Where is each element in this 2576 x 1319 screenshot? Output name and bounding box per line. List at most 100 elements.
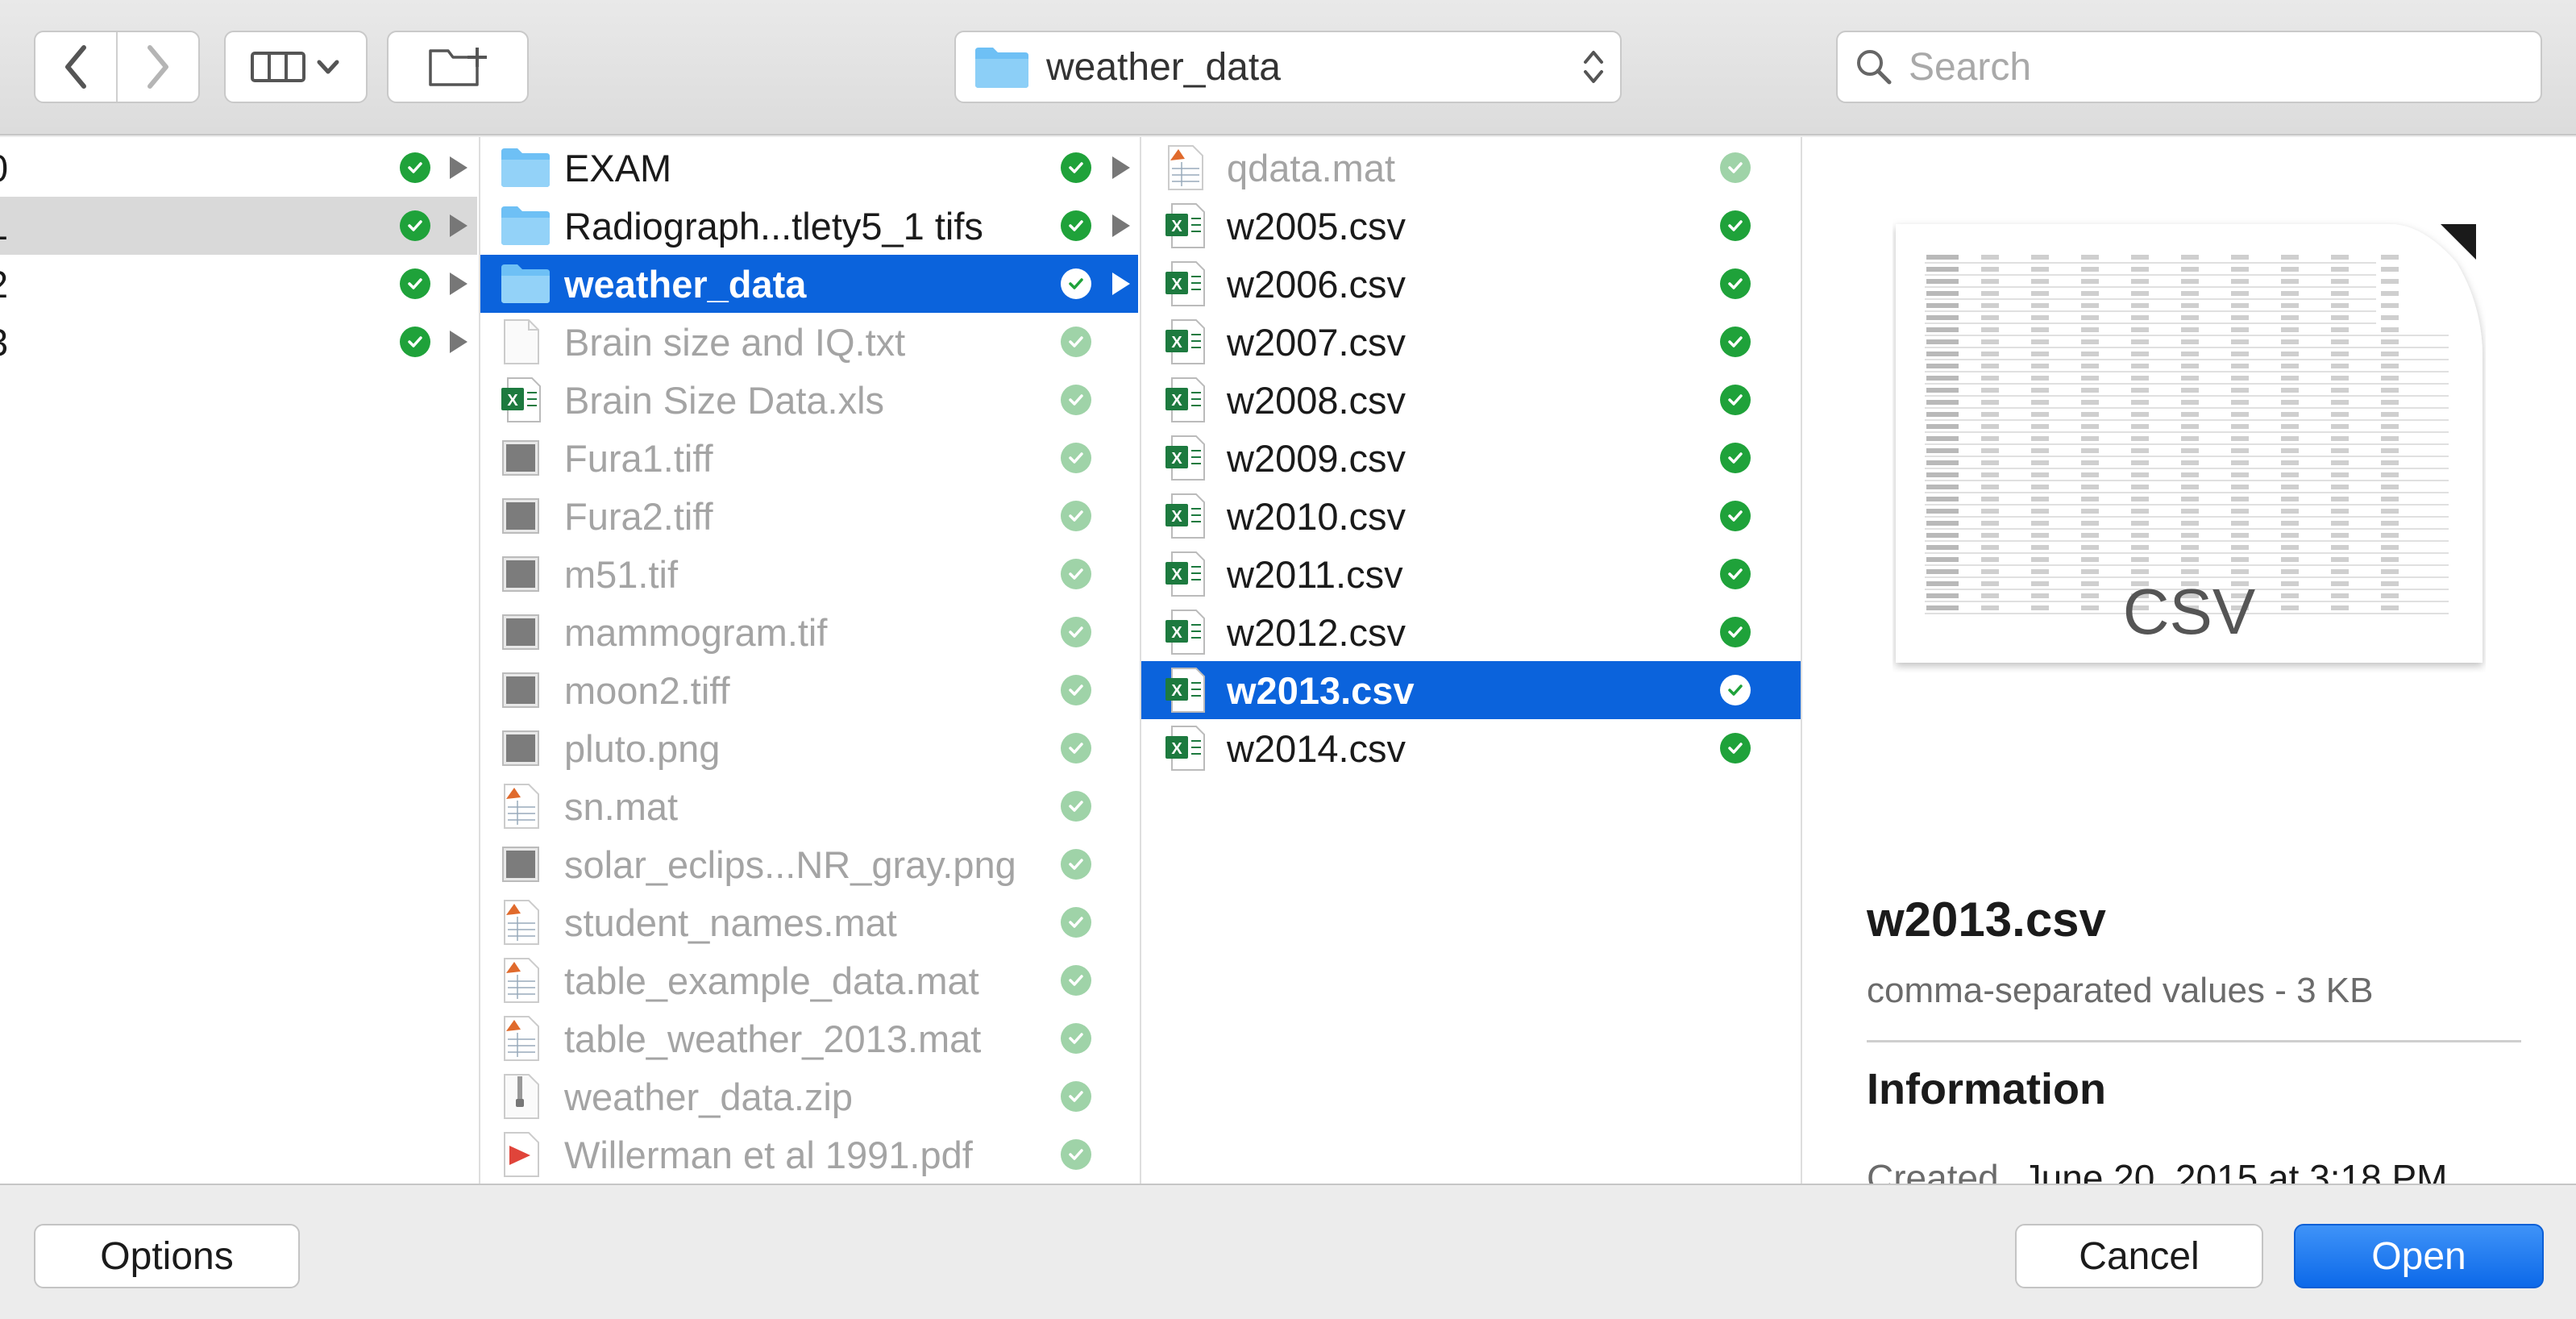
sync-check-icon xyxy=(1720,210,1751,241)
sync-check-icon xyxy=(1720,268,1751,299)
list-item[interactable]: Xw2005.csv xyxy=(1141,197,1801,255)
list-item-label: student_names.mat xyxy=(564,901,897,944)
sync-check-icon xyxy=(1061,268,1091,299)
svg-text:X: X xyxy=(1171,740,1182,758)
list-item[interactable]: Xw2009.csv xyxy=(1141,429,1801,487)
list-item[interactable]: mammogram.tif xyxy=(480,603,1138,661)
sync-check-icon xyxy=(1061,443,1091,473)
new-folder-icon xyxy=(429,48,487,86)
excel-file-icon: X xyxy=(1164,667,1206,714)
sync-check-icon xyxy=(1720,559,1751,589)
list-item[interactable]: Xw2012.csv xyxy=(1141,603,1801,661)
list-item[interactable]: sn.mat xyxy=(480,777,1138,835)
svg-text:X: X xyxy=(1171,334,1182,352)
list-item-label: weather_data.zip xyxy=(564,1075,853,1118)
path-popup-button[interactable]: weather_data xyxy=(954,31,1622,103)
search-icon xyxy=(1857,50,1892,85)
list-item[interactable]: qdata.mat xyxy=(1141,139,1801,197)
list-item[interactable]: Xw2014.csv xyxy=(1141,719,1801,777)
options-button[interactable]: Options xyxy=(34,1224,300,1288)
list-item[interactable]: Fura1.tiff xyxy=(480,429,1138,487)
list-item[interactable]: weather_data xyxy=(480,255,1138,313)
search-input[interactable] xyxy=(1909,44,2521,89)
list-item-label: w2012.csv xyxy=(1227,610,1406,654)
sync-check-icon xyxy=(1061,965,1091,996)
list-item[interactable]: Radiograph...tlety5_1 tifs xyxy=(480,197,1138,255)
sync-check-icon xyxy=(1720,152,1751,183)
search-field[interactable] xyxy=(1836,31,2542,103)
list-item-label: table_example_data.mat xyxy=(564,959,979,1002)
list-item[interactable]: Xw2006.csv xyxy=(1141,255,1801,313)
list-item-label: w2013.csv xyxy=(1227,668,1415,712)
column-2: EXAM Radiograph...tlety5_1 tifs weather_da… xyxy=(479,137,1138,1184)
list-item-label: w2014.csv xyxy=(1227,726,1406,770)
sync-check-icon xyxy=(1061,501,1091,531)
list-item[interactable]: 0 xyxy=(0,139,477,197)
sync-check-icon xyxy=(1061,559,1091,589)
excel-file-icon: X xyxy=(1164,435,1206,481)
sync-check-icon xyxy=(400,152,430,183)
list-item[interactable]: Willerman et al 1991.pdf xyxy=(480,1126,1138,1184)
list-item-label: w2007.csv xyxy=(1227,320,1406,364)
matlab-file-icon xyxy=(1164,144,1206,191)
sync-check-icon xyxy=(1061,617,1091,647)
open-button[interactable]: Open xyxy=(2294,1224,2544,1288)
list-item[interactable]: solar_eclips...NR_gray.png xyxy=(480,835,1138,893)
column-view-icon xyxy=(251,52,305,82)
svg-text:X: X xyxy=(1171,566,1182,584)
list-item-label: pluto.png xyxy=(564,726,721,770)
sync-check-icon xyxy=(1061,1139,1091,1170)
list-item[interactable]: Brain size and IQ.txt xyxy=(480,313,1138,371)
list-item[interactable]: pluto.png xyxy=(480,719,1138,777)
list-item[interactable]: Fura2.tiff xyxy=(480,487,1138,545)
list-item[interactable]: weather_data.zip xyxy=(480,1067,1138,1126)
chevron-right-icon xyxy=(147,45,168,89)
list-item[interactable]: X Brain Size Data.xls xyxy=(480,371,1138,429)
new-folder-button[interactable] xyxy=(387,31,529,103)
list-item-label: w2005.csv xyxy=(1227,204,1406,248)
excel-file-icon: X xyxy=(1164,551,1206,597)
list-item[interactable]: table_weather_2013.mat xyxy=(480,1009,1138,1067)
sync-check-icon xyxy=(1061,1023,1091,1054)
list-item[interactable]: 2 xyxy=(0,255,477,313)
back-button[interactable] xyxy=(35,32,116,102)
list-item-label: 2 xyxy=(0,262,8,306)
list-item-label: w2009.csv xyxy=(1227,436,1406,480)
list-item-label: m51.tif xyxy=(564,552,679,596)
list-item[interactable]: table_example_data.mat xyxy=(480,951,1138,1009)
pdf-file-icon xyxy=(500,1131,542,1178)
sync-check-icon xyxy=(1061,791,1091,822)
view-mode-button[interactable] xyxy=(224,31,368,103)
list-item[interactable]: Xw2010.csv xyxy=(1141,487,1801,545)
sync-check-icon xyxy=(1061,1081,1091,1112)
matlab-file-icon xyxy=(500,1015,542,1062)
list-item-label: Fura2.tiff xyxy=(564,494,713,538)
sync-check-icon xyxy=(1720,385,1751,415)
sync-check-icon xyxy=(1720,327,1751,357)
list-item[interactable]: Xw2008.csv xyxy=(1141,371,1801,429)
forward-button[interactable] xyxy=(116,32,198,102)
cancel-button[interactable]: Cancel xyxy=(2015,1224,2263,1288)
list-item-label: Fura1.tiff xyxy=(564,436,713,480)
image-file-icon xyxy=(500,841,542,888)
list-item[interactable]: Xw2011.csv xyxy=(1141,545,1801,603)
folder-icon xyxy=(500,147,550,193)
matlab-file-icon xyxy=(500,783,542,830)
list-item[interactable]: moon2.tiff xyxy=(480,661,1138,719)
sync-check-icon xyxy=(1061,907,1091,938)
folder-icon xyxy=(500,263,550,310)
up-down-chevron-icon xyxy=(1584,51,1603,83)
image-file-icon xyxy=(500,435,542,481)
toolbar: weather_data xyxy=(0,0,2576,135)
list-item[interactable]: 3 xyxy=(0,313,477,371)
list-item[interactable]: EXAM xyxy=(480,139,1138,197)
list-item[interactable]: m51.tif xyxy=(480,545,1138,603)
list-item-label: 1 xyxy=(0,204,8,248)
sync-check-icon xyxy=(400,268,430,299)
list-item[interactable]: 1 xyxy=(0,197,477,255)
list-item[interactable]: Xw2013.csv xyxy=(1141,661,1801,719)
sync-check-icon xyxy=(1720,675,1751,705)
sync-check-icon xyxy=(1061,152,1091,183)
list-item[interactable]: Xw2007.csv xyxy=(1141,313,1801,371)
list-item[interactable]: student_names.mat xyxy=(480,893,1138,951)
